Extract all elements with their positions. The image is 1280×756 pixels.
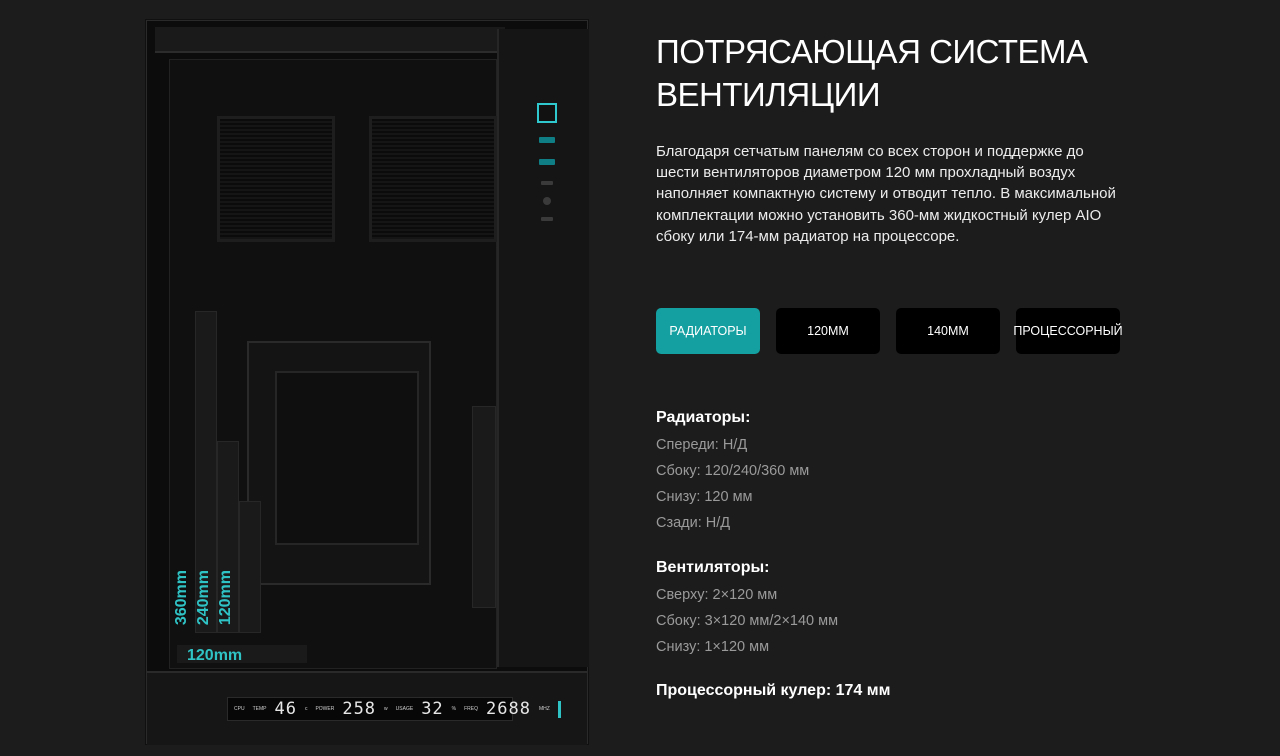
radiators-front: Спереди: Н/Д [656, 437, 748, 453]
product-image-case: 360mm 240mm 120mm 120mm CPU TEMP 46 c PO… [146, 20, 589, 745]
cpu-cutout [275, 371, 419, 545]
size-label-240: 240mm [195, 569, 212, 625]
radiators-side: Сбоку: 120/240/360 мм [656, 463, 810, 479]
usb-c-port-icon [541, 181, 553, 185]
lcd-temp-label: TEMP [252, 706, 267, 712]
fans-bottom: Снизу: 1×120 мм [656, 639, 770, 655]
section-description: Благодаря сетчатым панелям со всех сторо… [656, 143, 1116, 245]
case-base: CPU TEMP 46 c POWER 258 w USAGE 32 % FRE… [147, 671, 587, 745]
size-label-120: 120mm [217, 569, 234, 625]
lcd-usage-unit: % [451, 706, 457, 712]
lcd-temp-value: 46 [274, 699, 297, 719]
bottom-size-label: 120mm [187, 647, 243, 664]
brand-logo-icon [557, 700, 561, 718]
lcd-usage-label: USAGE [395, 706, 414, 712]
tab-radiators[interactable]: РАДИАТОРЫ [656, 308, 760, 354]
radiator-bar-120 [239, 501, 261, 633]
lcd-cpu-label: CPU [234, 706, 245, 712]
audio-jack-icon [543, 197, 551, 205]
tab-120mm[interactable]: 120ММ [776, 308, 880, 354]
lcd-display: CPU TEMP 46 c POWER 258 w USAGE 32 % FRE… [227, 697, 561, 721]
reset-button-icon [541, 217, 553, 221]
case-front-panel [497, 29, 589, 667]
fans-title: Вентиляторы: [656, 559, 770, 576]
lcd-power-label: POWER [315, 706, 335, 712]
section-heading: ПОТРЯСАЮЩАЯ СИСТЕМА ВЕНТИЛЯЦИИ [656, 33, 1088, 113]
lcd-usage-value: 32 [421, 699, 444, 719]
lcd-power-value: 258 [342, 699, 377, 719]
tab-140mm[interactable]: 140ММ [896, 308, 1000, 354]
fan-mesh-right [369, 116, 497, 242]
usb-port-icon [539, 159, 555, 165]
fans-side: Сбоку: 3×120 мм/2×140 мм [656, 613, 839, 629]
lcd-power-unit: w [384, 706, 388, 712]
lcd-freq-label: FREQ [464, 706, 479, 712]
cpu-cooler-spec: Процессорный кулер: 174 мм [656, 682, 891, 699]
radiators-rear: Сзади: Н/Д [656, 515, 731, 531]
lcd-freq-unit: MHZ [538, 706, 550, 712]
usb-port-icon [539, 137, 555, 143]
fans-top: Сверху: 2×120 мм [656, 587, 778, 603]
fan-mesh-left [217, 116, 335, 242]
spec-tabs: РАДИАТОРЫ 120ММ 140ММ ПРОЦЕССОРНЫЙ [656, 308, 1123, 354]
radiators-bottom: Снизу: 120 мм [656, 489, 753, 505]
power-button-icon [537, 103, 557, 123]
size-label-360: 360mm [173, 569, 190, 625]
radiators-title: Радиаторы: [656, 409, 751, 426]
cable-channel [472, 406, 496, 608]
lcd-temp-unit: c [304, 706, 308, 712]
case-top-bracket [155, 27, 505, 53]
lcd-freq-value: 2688 [486, 699, 531, 719]
tab-cpu-cooler[interactable]: ПРОЦЕССОРНЫЙ [1013, 308, 1123, 354]
